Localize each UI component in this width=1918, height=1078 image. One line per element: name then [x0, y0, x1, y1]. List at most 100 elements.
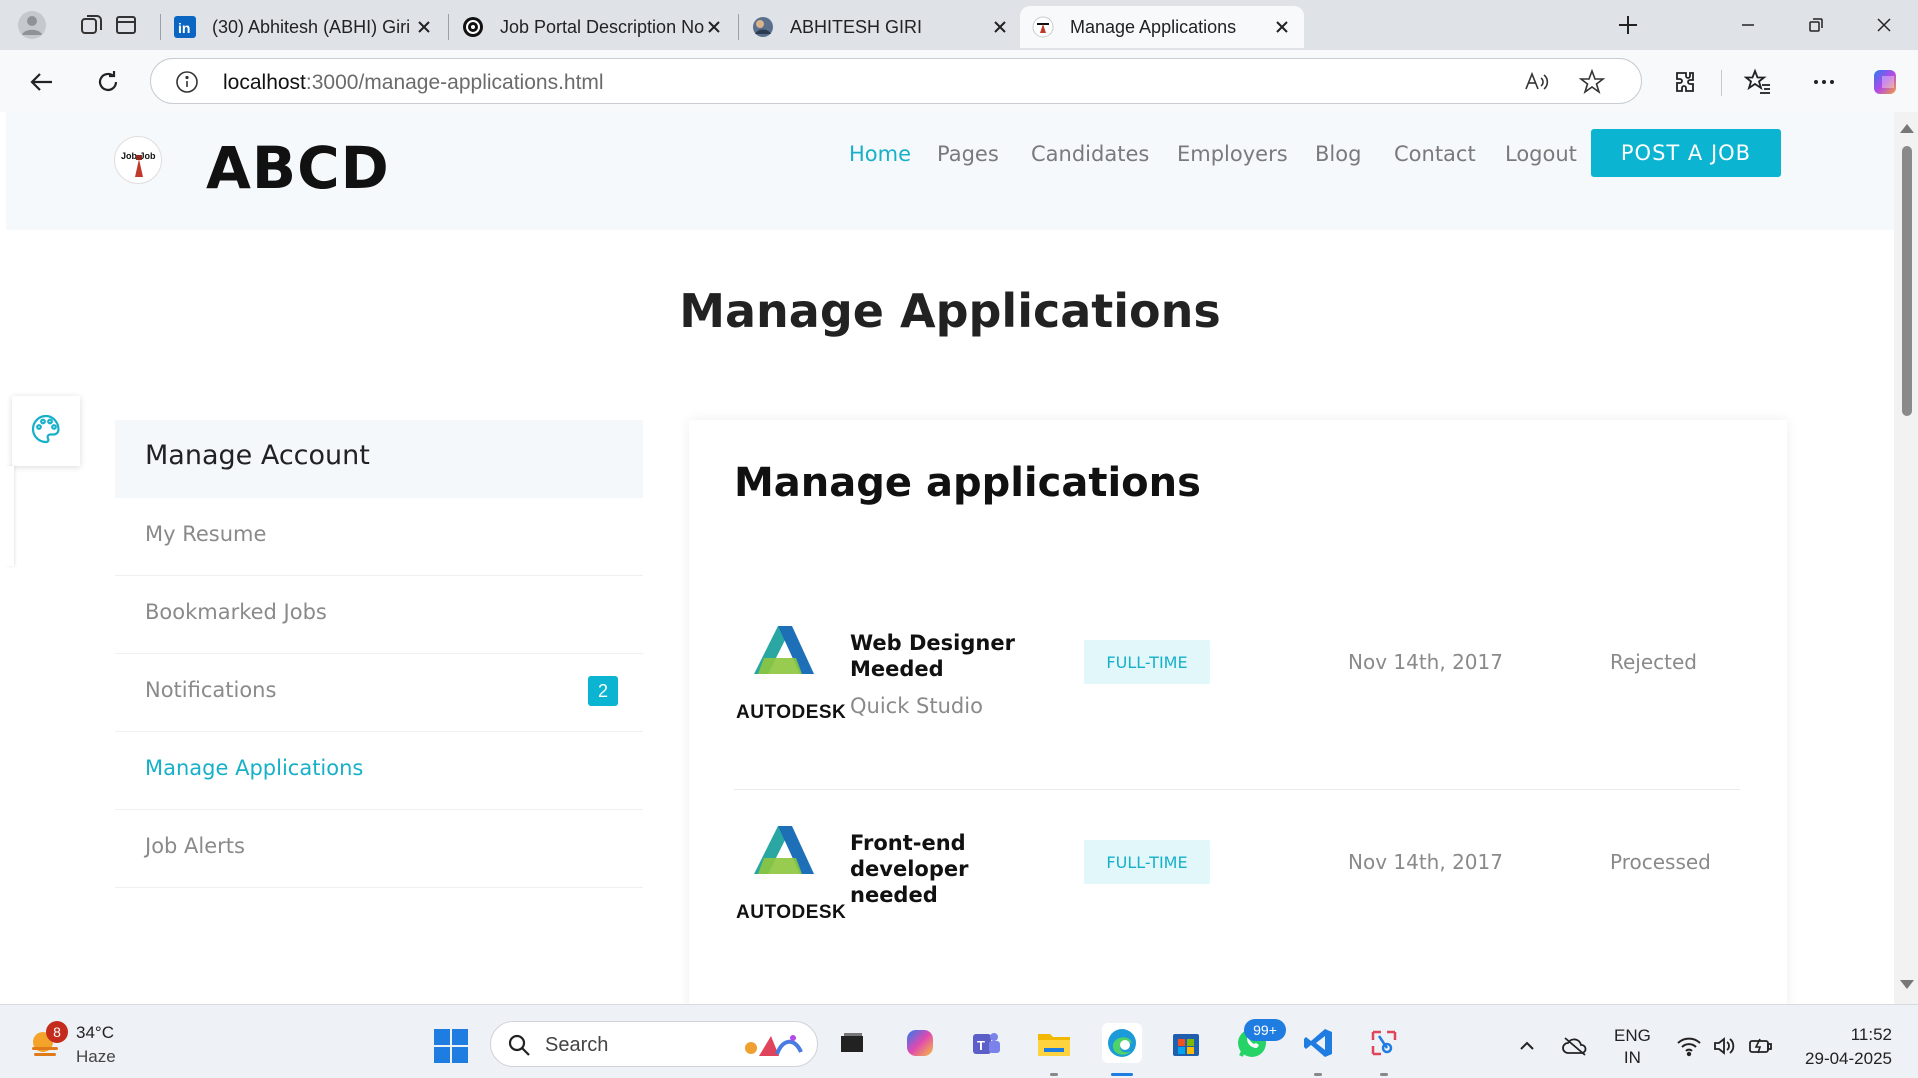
system-clock[interactable]: 11:52 29-04-2025	[1792, 1023, 1892, 1071]
search-placeholder: Search	[545, 1034, 609, 1056]
copilot-icon[interactable]	[1868, 62, 1908, 102]
scroll-up-arrow-icon[interactable]	[1900, 124, 1914, 133]
site-header: Job Job ABCD Home Pages Candidates Emplo…	[6, 112, 1894, 230]
site-logo[interactable]: Job Job	[114, 136, 162, 184]
sidebar-item-label: My Resume	[145, 522, 267, 546]
battery-charging-icon[interactable]	[1748, 1033, 1774, 1059]
taskbar-app-teams-icon[interactable]: T	[966, 1023, 1006, 1063]
read-aloud-icon[interactable]	[1523, 69, 1549, 95]
windows-taskbar: 8 34°C Haze Search T 99+ ENG IN 11:52 29…	[0, 1004, 1918, 1078]
site-logo-icon	[1032, 16, 1054, 38]
close-tab-icon[interactable]	[414, 17, 434, 37]
notifications-count-badge: 2	[588, 676, 618, 706]
favorites-icon[interactable]	[1738, 62, 1778, 102]
application-date: Nov 14th, 2017	[1348, 850, 1503, 874]
svg-text:in: in	[178, 20, 190, 36]
svg-text:T: T	[977, 1038, 985, 1053]
scrollbar-thumb[interactable]	[1902, 146, 1912, 416]
workspaces-icon[interactable]	[74, 8, 110, 42]
job-company: Quick Studio	[850, 694, 983, 718]
sidebar-item-label: Notifications	[145, 678, 277, 702]
page-viewport: Job Job ABCD Home Pages Candidates Emplo…	[6, 112, 1894, 1004]
sidebar-item-manage-applications[interactable]: Manage Applications	[115, 732, 643, 810]
favorite-star-icon[interactable]	[1578, 68, 1606, 95]
palette-panel-edge	[6, 466, 14, 566]
taskbar-search[interactable]: Search	[490, 1021, 818, 1067]
sidebar-item-job-alerts[interactable]: Job Alerts	[115, 810, 643, 888]
windows-start-icon[interactable]	[434, 1029, 468, 1063]
tab-manage-applications[interactable]: Manage Applications	[1020, 6, 1304, 48]
company-logo[interactable]: AUTODESK	[734, 618, 846, 723]
taskbar-app-task-view-icon[interactable]	[832, 1023, 872, 1063]
nav-blog[interactable]: Blog	[1315, 142, 1361, 166]
nav-contact[interactable]: Contact	[1394, 142, 1476, 166]
tab-job-portal[interactable]: Job Portal Description Noida	[450, 6, 736, 48]
company-logo-text: AUTODESK	[736, 702, 847, 723]
extensions-icon[interactable]	[1666, 62, 1706, 102]
onedrive-offline-icon[interactable]	[1562, 1033, 1588, 1059]
profile-icon[interactable]	[14, 8, 50, 42]
job-title[interactable]: Front-end developer needed	[850, 830, 1020, 908]
sidebar-item-notifications[interactable]: Notifications 2	[115, 654, 643, 732]
nav-home[interactable]: Home	[849, 142, 911, 166]
wifi-icon[interactable]	[1676, 1033, 1702, 1059]
language-indicator[interactable]: ENG IN	[1614, 1025, 1651, 1069]
site-info-icon[interactable]	[175, 70, 199, 94]
globe-icon	[752, 16, 774, 38]
back-arrow-icon[interactable]	[22, 62, 62, 102]
job-type-tag: FULL-TIME	[1084, 640, 1210, 684]
tab-linkedin[interactable]: in (30) Abhitesh (ABHI) Giri | Linked	[162, 6, 446, 48]
url-text: localhost:3000/manage-applications.html	[223, 71, 604, 94]
restore-icon[interactable]	[1786, 0, 1846, 50]
theme-palette-button[interactable]	[12, 396, 80, 466]
tab-actions-icon[interactable]	[108, 8, 144, 42]
post-a-job-button[interactable]: POST A JOB	[1591, 129, 1781, 177]
show-hidden-icons-chevron-up-icon[interactable]	[1514, 1033, 1540, 1059]
nav-pages[interactable]: Pages	[937, 142, 999, 166]
sidebar-item-my-resume[interactable]: My Resume	[115, 498, 643, 576]
address-bar[interactable]: localhost:3000/manage-applications.html	[150, 58, 1642, 104]
sidebar-item-bookmarked-jobs[interactable]: Bookmarked Jobs	[115, 576, 643, 654]
application-date: Nov 14th, 2017	[1348, 650, 1503, 674]
volume-icon[interactable]	[1712, 1033, 1738, 1059]
search-highlight-art-icon	[741, 1030, 807, 1060]
sidebar-title: Manage Account	[145, 440, 370, 471]
job-title[interactable]: Web Designer Meeded	[850, 630, 1020, 682]
close-tab-icon[interactable]	[704, 17, 724, 37]
tab-abhitesh-giri[interactable]: ABHITESH GIRI	[740, 6, 1022, 48]
sidebar-item-label: Bookmarked Jobs	[145, 600, 327, 624]
browser-toolbar: localhost:3000/manage-applications.html	[0, 50, 1918, 112]
application-row[interactable]: AUTODESK Web Designer Meeded Quick Studi…	[734, 590, 1740, 790]
tab-title: Manage Applications	[1070, 16, 1237, 37]
new-tab-icon[interactable]	[1610, 8, 1646, 42]
close-window-icon[interactable]	[1854, 0, 1914, 50]
panel-title: Manage applications	[734, 460, 1201, 506]
application-status: Rejected	[1610, 650, 1698, 674]
nav-logout[interactable]: Logout	[1505, 142, 1577, 166]
application-row[interactable]: AUTODESK Front-end developer needed FULL…	[734, 790, 1740, 990]
taskbar-app-snipping-tool-icon[interactable]	[1364, 1023, 1404, 1063]
linkedin-icon: in	[174, 16, 196, 38]
refresh-icon[interactable]	[88, 62, 128, 102]
autodesk-logo-icon	[754, 626, 814, 674]
palette-icon	[30, 413, 62, 450]
nav-employers[interactable]: Employers	[1177, 142, 1288, 166]
taskbar-app-store-icon[interactable]	[1166, 1023, 1206, 1063]
nav-candidates[interactable]: Candidates	[1031, 142, 1149, 166]
weather-alert-badge: 8	[46, 1021, 68, 1043]
brand-name[interactable]: ABCD	[206, 134, 390, 202]
scroll-down-arrow-icon[interactable]	[1900, 980, 1914, 989]
more-options-icon[interactable]	[1804, 62, 1844, 102]
close-tab-icon[interactable]	[1272, 17, 1292, 37]
close-tab-icon[interactable]	[990, 17, 1010, 37]
minimize-icon[interactable]	[1718, 0, 1778, 50]
taskbar-app-edge-icon[interactable]	[1102, 1023, 1142, 1063]
taskbar-app-file-explorer-icon[interactable]	[1034, 1023, 1074, 1063]
page-title: Manage Applications	[679, 284, 1221, 338]
sidebar-header: Manage Account	[115, 420, 643, 498]
company-logo[interactable]: AUTODESK	[734, 818, 846, 923]
taskbar-app-vscode-icon[interactable]	[1298, 1023, 1338, 1063]
taskbar-app-copilot-icon[interactable]	[900, 1023, 940, 1063]
page-scrollbar[interactable]	[1894, 112, 1918, 1004]
application-status: Processed	[1610, 850, 1711, 874]
